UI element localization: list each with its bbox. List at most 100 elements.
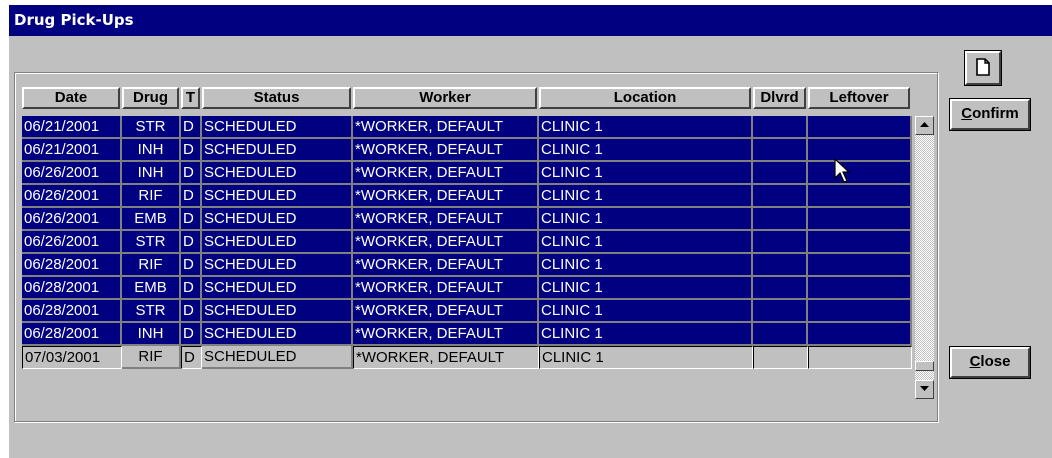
column-header-status[interactable]: Status — [202, 87, 351, 109]
cell-leftover — [808, 185, 912, 208]
cell-date: 06/26/2001 — [22, 162, 122, 185]
cell-t: D — [181, 208, 202, 231]
table-row[interactable]: 06/21/2001 INH D SCHEDULED *WORKER, DEFAULT C… — [22, 139, 912, 162]
cell-t: D — [181, 139, 202, 162]
close-label: lose — [980, 353, 1011, 370]
cell-worker: *WORKER, DEFAULT — [353, 185, 539, 208]
cell-dlvrd — [753, 116, 808, 139]
cell-drug: RIF — [122, 346, 181, 369]
new-record-button[interactable] — [964, 50, 1002, 86]
scroll-down-button[interactable] — [915, 380, 934, 399]
cell-drug: EMB — [122, 208, 181, 231]
table-row[interactable]: 06/21/2001 STR D SCHEDULED *WORKER, DEFAULT C… — [22, 116, 912, 139]
cell-location: CLINIC 1 — [539, 185, 753, 208]
table-row[interactable]: 06/28/2001 RIF D SCHEDULED *WORKER, DEFAULT C… — [22, 254, 912, 277]
cell-drug: INH — [122, 139, 181, 162]
cell-location: CLINIC 1 — [539, 162, 753, 185]
cell-worker: *WORKER, DEFAULT — [353, 254, 539, 277]
cell-leftover — [808, 254, 912, 277]
scroll-thumb[interactable] — [915, 361, 934, 371]
confirm-button[interactable]: Confirm — [949, 98, 1031, 131]
cell-worker: *WORKER, DEFAULT — [353, 162, 539, 185]
vertical-scrollbar[interactable] — [915, 116, 934, 399]
column-header-drug[interactable]: Drug — [122, 87, 179, 109]
cell-t: D — [181, 254, 202, 277]
column-header-date[interactable]: Date — [22, 87, 120, 109]
cell-status: SCHEDULED — [202, 116, 353, 139]
table-row[interactable]: 06/28/2001 INH D SCHEDULED *WORKER, DEFAULT C… — [22, 323, 912, 346]
column-header-dlvrd[interactable]: Dlvrd — [753, 87, 806, 109]
cell-drug: STR — [122, 231, 181, 254]
column-header-location[interactable]: Location — [539, 87, 751, 109]
cell-location: CLINIC 1 — [539, 300, 753, 323]
window-title: Drug Pick-Ups — [9, 5, 1052, 36]
table-row[interactable]: 06/26/2001 EMB D SCHEDULED *WORKER, DEFAULT C… — [22, 208, 912, 231]
cell-worker: *WORKER, DEFAULT — [353, 346, 539, 369]
cell-t: D — [181, 300, 202, 323]
drug-pickups-window: Drug Pick-Ups Date Drug T Status Worker Locat… — [9, 5, 1052, 458]
table-header-row: Date Drug T Status Worker Location Dlvrd Leftov… — [22, 85, 912, 111]
cell-dlvrd — [753, 254, 808, 277]
cell-status: SCHEDULED — [202, 139, 353, 162]
column-header-t[interactable]: T — [181, 87, 200, 109]
cell-drug: RIF — [122, 254, 181, 277]
table-row[interactable]: 06/28/2001 STR D SCHEDULED *WORKER, DEFAULT C… — [22, 300, 912, 323]
cell-leftover — [808, 231, 912, 254]
table-row[interactable]: 06/26/2001 RIF D SCHEDULED *WORKER, DEFAULT C… — [22, 185, 912, 208]
cell-date: 06/28/2001 — [22, 300, 122, 323]
drug-pickups-table[interactable]: Date Drug T Status Worker Location Dlvrd Leftov… — [22, 85, 934, 405]
cell-date: 06/28/2001 — [22, 254, 122, 277]
cell-date: 07/03/2001 — [22, 346, 122, 369]
cell-status: SCHEDULED — [202, 300, 353, 323]
cell-status: SCHEDULED — [202, 162, 353, 185]
cell-date: 06/21/2001 — [22, 116, 122, 139]
table-row[interactable]: 06/26/2001 INH D SCHEDULED *WORKER, DEFAULT C… — [22, 162, 912, 185]
cell-drug: INH — [122, 162, 181, 185]
cell-drug: RIF — [122, 185, 181, 208]
cell-leftover — [808, 116, 912, 139]
table-row[interactable]: 06/28/2001 EMB D SCHEDULED *WORKER, DEFAULT C… — [22, 277, 912, 300]
cell-dlvrd — [753, 323, 808, 346]
column-header-leftover[interactable]: Leftover — [808, 87, 910, 109]
cell-drug: STR — [122, 116, 181, 139]
cell-drug: INH — [122, 323, 181, 346]
cell-date: 06/21/2001 — [22, 139, 122, 162]
cell-dlvrd — [753, 162, 808, 185]
column-header-worker[interactable]: Worker — [353, 87, 537, 109]
cell-leftover — [808, 208, 912, 231]
cell-status: SCHEDULED — [202, 323, 353, 346]
cell-dlvrd — [753, 277, 808, 300]
cell-worker: *WORKER, DEFAULT — [353, 139, 539, 162]
cell-location: CLINIC 1 — [539, 277, 753, 300]
cell-worker: *WORKER, DEFAULT — [353, 116, 539, 139]
cell-date: 06/28/2001 — [22, 277, 122, 300]
close-button[interactable]: Close — [949, 346, 1031, 379]
table-row[interactable]: 07/03/2001 RIF D SCHEDULED *WORKER, DEFAULT C… — [22, 346, 912, 369]
cell-t: D — [181, 231, 202, 254]
scroll-up-button[interactable] — [915, 116, 934, 135]
cell-dlvrd — [753, 139, 808, 162]
cell-location: CLINIC 1 — [539, 254, 753, 277]
cell-status: SCHEDULED — [202, 185, 353, 208]
confirm-label: onfirm — [972, 105, 1019, 122]
cell-date: 06/26/2001 — [22, 185, 122, 208]
cell-dlvrd — [753, 346, 808, 369]
cell-location: CLINIC 1 — [539, 323, 753, 346]
cell-status: SCHEDULED — [202, 231, 353, 254]
close-accelerator: C — [969, 353, 981, 370]
cell-location: CLINIC 1 — [539, 346, 753, 369]
cell-status: SCHEDULED — [202, 208, 353, 231]
cell-worker: *WORKER, DEFAULT — [353, 231, 539, 254]
cell-leftover — [808, 162, 912, 185]
cell-worker: *WORKER, DEFAULT — [353, 277, 539, 300]
table-row[interactable]: 06/26/2001 STR D SCHEDULED *WORKER, DEFAULT C… — [22, 231, 912, 254]
cell-location: CLINIC 1 — [539, 208, 753, 231]
cell-dlvrd — [753, 231, 808, 254]
arrow-up-icon — [920, 122, 929, 127]
cell-status: SCHEDULED — [202, 346, 353, 369]
cell-leftover — [808, 139, 912, 162]
cell-leftover — [808, 277, 912, 300]
mouse-pointer-icon — [834, 158, 850, 183]
cell-location: CLINIC 1 — [539, 116, 753, 139]
cell-t: D — [181, 346, 202, 369]
